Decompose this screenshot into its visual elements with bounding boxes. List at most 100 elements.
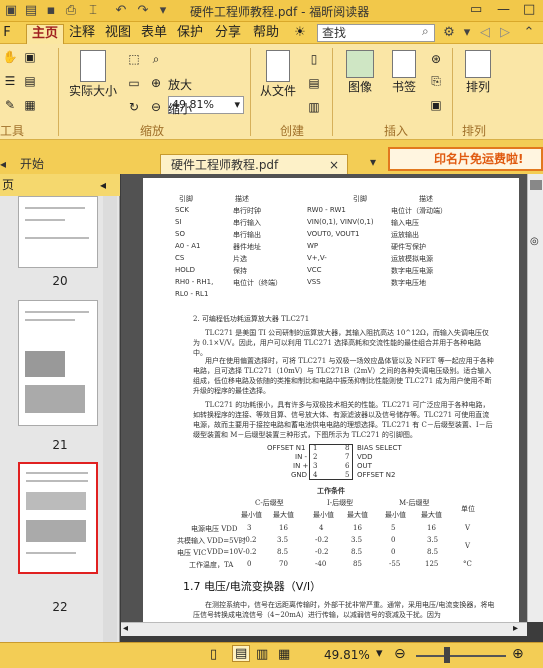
- table-header: 描述: [235, 195, 249, 203]
- fit-width-icon[interactable]: ▭: [126, 76, 142, 90]
- arrange-button[interactable]: 排列: [460, 50, 496, 95]
- view-icon[interactable]: ▦: [22, 98, 38, 112]
- save-icon[interactable]: ▪: [42, 2, 60, 20]
- back-icon[interactable]: ◁: [476, 24, 494, 42]
- image-button[interactable]: 图像: [342, 50, 378, 95]
- zoom-out-icon[interactable]: ⊖: [394, 646, 406, 662]
- thumbnail-label-21: 21: [52, 438, 68, 452]
- ic-pin-number: 8: [345, 444, 350, 452]
- settings-gear-icon[interactable]: ⚙: [440, 24, 458, 42]
- table-cell: 数字电压电源: [391, 267, 433, 275]
- menu-protect[interactable]: 保护: [174, 24, 206, 44]
- annotation-icon[interactable]: ✎: [2, 98, 18, 112]
- ribbon-separator: [58, 48, 59, 136]
- sidebar-collapse-icon[interactable]: ◂: [100, 174, 106, 196]
- zoom-out-icon[interactable]: ⊖: [148, 100, 164, 114]
- zoom-out-button[interactable]: 缩小: [168, 100, 192, 117]
- tab-close-icon[interactable]: ×: [329, 155, 339, 175]
- from-file-button[interactable]: 从文件: [256, 50, 300, 99]
- menu-view[interactable]: 视图: [102, 24, 134, 44]
- restore-icon[interactable]: ▭: [470, 2, 482, 17]
- tab-document[interactable]: 硬件工程师教程.pdf ×: [160, 154, 348, 174]
- tab-document-label: 硬件工程师教程.pdf: [171, 158, 279, 172]
- attachment-icon[interactable]: ⎘: [428, 74, 444, 89]
- thumbnail-page-22[interactable]: [18, 462, 98, 574]
- app-logo-icon[interactable]: ▣: [2, 2, 20, 20]
- thumbnail-page-21[interactable]: [18, 300, 98, 426]
- zoom-in-button[interactable]: 放大: [168, 76, 192, 93]
- rotate-icon[interactable]: ↻: [126, 100, 142, 114]
- single-page-view-icon[interactable]: ▯: [210, 647, 217, 662]
- select-text-icon[interactable]: ☰: [2, 74, 18, 88]
- qa-dropdown-icon[interactable]: ▾: [154, 2, 172, 20]
- ribbon-collapse-icon[interactable]: ⌃: [520, 24, 538, 42]
- continuous-facing-view-icon[interactable]: ▦: [278, 647, 290, 662]
- cursor-icon[interactable]: ⌶: [84, 2, 102, 20]
- table-cell: 3.5: [277, 536, 289, 544]
- zoom-slider-thumb[interactable]: [444, 647, 450, 663]
- scroll-left-icon[interactable]: ◂: [123, 623, 128, 634]
- menu-help[interactable]: 帮助: [250, 24, 282, 44]
- scanner-icon[interactable]: ▤: [306, 76, 322, 90]
- document-vertical-scrollbar[interactable]: ◎: [527, 174, 543, 622]
- undo-icon[interactable]: ↶: [112, 2, 130, 20]
- document-horizontal-scrollbar[interactable]: ◂ ▸: [121, 622, 527, 636]
- scroll-thumb[interactable]: [530, 180, 542, 190]
- clipboard-create-icon[interactable]: ▥: [306, 100, 322, 114]
- actual-size-icon: [80, 50, 106, 82]
- actual-size-button[interactable]: 实际大小: [66, 50, 120, 99]
- menu-comment[interactable]: 注释: [66, 24, 98, 44]
- lightbulb-icon[interactable]: ☀: [290, 24, 310, 44]
- link-icon[interactable]: ⊛: [428, 52, 444, 66]
- ic-pin-label: OFFSET N1: [267, 444, 306, 452]
- bookmark-button[interactable]: 书签: [388, 50, 420, 95]
- table-cell: V+,V-: [307, 254, 327, 262]
- snapshot-icon[interactable]: ▣: [22, 50, 38, 64]
- clipboard-icon[interactable]: ▤: [22, 74, 38, 88]
- tab-start[interactable]: 开始: [20, 154, 44, 174]
- fit-page-icon[interactable]: ⬚: [126, 52, 142, 66]
- table-cell: 8.5: [351, 548, 363, 556]
- table-cell: 数字电压地: [391, 279, 426, 287]
- scroll-right-icon[interactable]: ▸: [513, 623, 518, 634]
- table-header: M-后缀型: [399, 499, 430, 507]
- menu-home[interactable]: 主页: [26, 24, 64, 44]
- menu-form[interactable]: 表单: [138, 24, 170, 44]
- table-header: 引脚: [353, 195, 367, 203]
- tab-scroll-icon[interactable]: ◂: [0, 154, 6, 174]
- search-input[interactable]: 查找: [317, 24, 435, 42]
- ic-pin-number: 1: [313, 444, 318, 452]
- zoom-magnifier-icon[interactable]: ⌕: [148, 52, 164, 67]
- group-label-insert: 插入: [384, 124, 409, 138]
- maximize-icon[interactable]: □: [523, 2, 535, 17]
- sidebar-scrollbar[interactable]: [103, 196, 117, 642]
- table-cell: 0: [391, 548, 396, 556]
- print-icon[interactable]: ⎙: [62, 2, 80, 20]
- promo-banner[interactable]: 印名片免运费啦!: [388, 147, 543, 171]
- zoom-dropdown-icon[interactable]: ▾: [376, 646, 383, 661]
- stamp-icon[interactable]: ▣: [428, 98, 444, 112]
- zoom-slider-track[interactable]: [416, 655, 506, 657]
- tab-list-dropdown-icon[interactable]: ▾: [370, 152, 376, 172]
- zoom-in-icon[interactable]: ⊕: [512, 646, 524, 662]
- table-cell: 运放输出: [391, 231, 419, 239]
- blank-page-icon[interactable]: ▯: [306, 52, 322, 66]
- open-file-icon[interactable]: ▤: [22, 2, 40, 20]
- facing-view-icon[interactable]: ▥: [256, 647, 268, 662]
- actual-size-label: 实际大小: [68, 84, 117, 98]
- menu-file-partial[interactable]: F: [0, 24, 14, 44]
- search-icon[interactable]: ⌕: [422, 24, 429, 39]
- hand-tool-icon[interactable]: ✋: [2, 50, 18, 64]
- ic-pin-label: VDD: [357, 453, 373, 461]
- table-cell: 保持: [233, 267, 247, 275]
- menu-share[interactable]: 分享: [212, 24, 244, 44]
- continuous-view-icon[interactable]: ▤: [232, 645, 251, 662]
- redo-icon[interactable]: ↷: [134, 2, 152, 20]
- ribbon-separator: [250, 48, 251, 136]
- table-cell: 0: [247, 560, 252, 568]
- forward-icon[interactable]: ▷: [496, 24, 514, 42]
- thumbnail-page-20[interactable]: [18, 196, 98, 268]
- zoom-in-icon[interactable]: ⊕: [148, 76, 164, 90]
- settings-dropdown-icon[interactable]: ▾: [458, 24, 476, 42]
- minimize-icon[interactable]: —: [497, 2, 510, 17]
